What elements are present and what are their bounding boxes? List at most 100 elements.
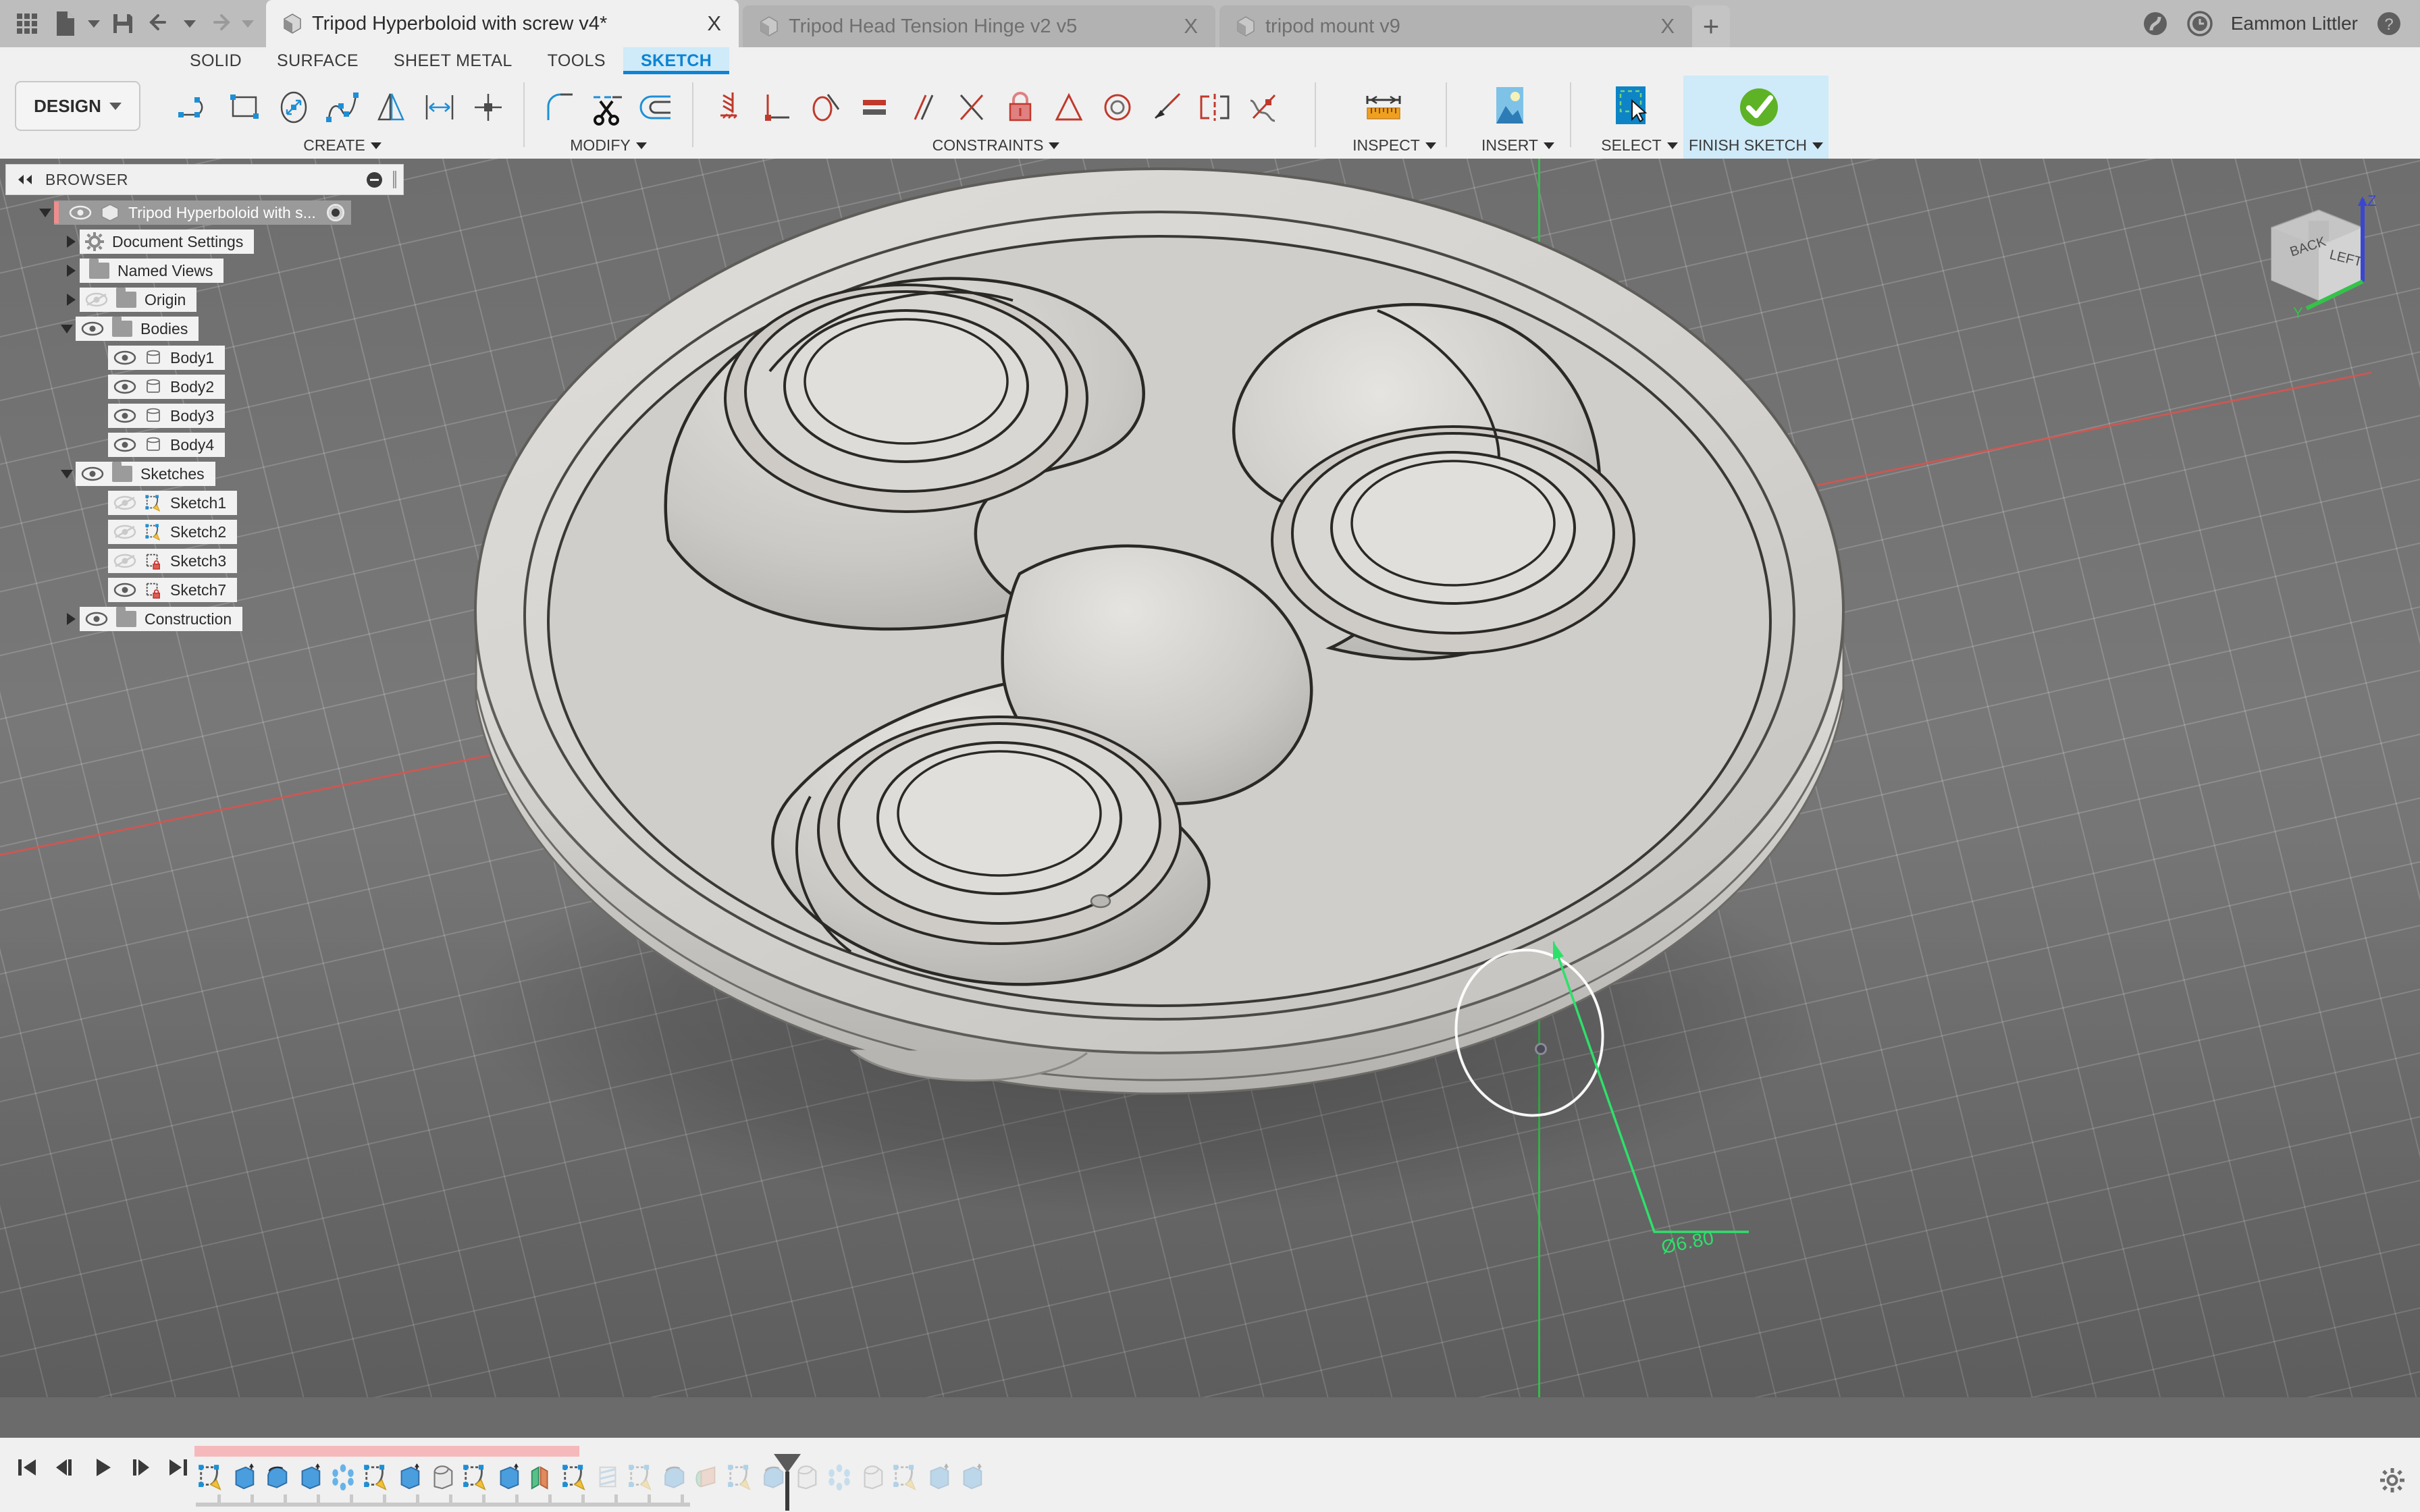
break-icon[interactable]	[633, 81, 681, 134]
close-tab-icon[interactable]: X	[1633, 14, 1675, 38]
parallel-constraint-icon[interactable]	[899, 81, 947, 134]
close-tab-icon[interactable]: X	[1157, 14, 1198, 38]
concentric-constraint-icon[interactable]	[1093, 81, 1142, 134]
timeline-item-extrude[interactable]	[955, 1459, 988, 1494]
timeline-item-shell[interactable]	[856, 1459, 889, 1494]
sketch-point-handle[interactable]	[1535, 1043, 1547, 1055]
ribbon-group-insert-label[interactable]: INSERT	[1467, 136, 1569, 155]
timeline-item-pattern[interactable]	[823, 1459, 856, 1494]
undo-dropdown-caret[interactable]	[181, 5, 199, 42]
timeline-item-split[interactable]	[525, 1459, 558, 1494]
go-to-beginning-icon[interactable]	[14, 1454, 41, 1481]
ribbon-group-constraints-label[interactable]: CONSTRAINTS	[704, 136, 1288, 155]
timeline-playhead-marker[interactable]	[772, 1453, 803, 1511]
timeline-item-extrude[interactable]	[393, 1459, 425, 1494]
tree-node-document-settings-chip[interactable]: Document Settings	[80, 230, 255, 254]
line-icon[interactable]	[172, 81, 221, 134]
ribbon-group-inspect-label[interactable]: INSPECT	[1340, 136, 1448, 155]
midpoint-constraint-icon[interactable]	[1045, 81, 1093, 134]
ribbon-group-modify-label[interactable]: MODIFY	[535, 136, 681, 155]
perpendicular-constraint-icon[interactable]	[753, 81, 801, 134]
tree-node-sketch2-chip[interactable]: Sketch2	[108, 520, 238, 544]
timeline-item-sketch[interactable]	[558, 1459, 591, 1494]
tree-node-sketch7-chip[interactable]: Sketch7	[108, 578, 238, 602]
visibility-eye-icon[interactable]	[113, 350, 136, 366]
document-tab-1[interactable]: Tripod Head Tension Hinge v2 v5 X	[743, 5, 1215, 47]
collinear-constraint-icon[interactable]	[1142, 81, 1190, 134]
expand-arrow[interactable]	[62, 228, 80, 255]
timeline-item-sketch[interactable]	[625, 1459, 657, 1494]
circle-icon[interactable]	[269, 81, 318, 134]
tree-node-sketch1-chip[interactable]: Sketch1	[108, 491, 238, 515]
ribbon-tab-sketch[interactable]: SKETCH	[623, 47, 730, 74]
tree-node-sketch3[interactable]: Sketch3	[5, 547, 411, 574]
tree-node-bodies[interactable]: Bodies	[5, 315, 411, 342]
timeline-item-extrude[interactable]	[492, 1459, 525, 1494]
measure-icon[interactable]	[1355, 81, 1412, 134]
step-forward-icon[interactable]	[127, 1454, 154, 1481]
expand-arrow[interactable]	[62, 286, 80, 313]
tree-node-body1[interactable]: Body1	[5, 344, 411, 371]
expand-arrow[interactable]	[62, 605, 80, 632]
green-check-icon[interactable]	[1731, 81, 1787, 134]
tree-node-sketch3-chip[interactable]: Sketch3	[108, 549, 238, 573]
tree-node-construction[interactable]: Construction	[5, 605, 411, 632]
activate-component-radio[interactable]	[326, 204, 344, 221]
timeline-item-fillet[interactable]	[658, 1459, 690, 1494]
redo-icon[interactable]	[201, 5, 236, 42]
timeline-item-extrude[interactable]	[228, 1459, 260, 1494]
tree-node-sketches[interactable]: Sketches	[5, 460, 411, 487]
spline-icon[interactable]	[318, 81, 367, 134]
insert-image-icon[interactable]	[1481, 81, 1537, 134]
rectangle-icon[interactable]	[221, 81, 269, 134]
save-icon[interactable]	[105, 5, 140, 42]
play-icon[interactable]	[89, 1454, 116, 1481]
tree-node-sketch2[interactable]: Sketch2	[5, 518, 411, 545]
ribbon-tab-surface[interactable]: SURFACE	[259, 47, 376, 74]
visibility-eye-icon[interactable]	[81, 321, 104, 337]
tree-node-body1-chip[interactable]: Body1	[108, 346, 226, 370]
timeline-item-extrude[interactable]	[294, 1459, 326, 1494]
add-tab-button[interactable]: +	[1692, 5, 1730, 47]
undo-icon[interactable]	[143, 5, 178, 42]
visibility-eye-icon[interactable]	[81, 466, 104, 482]
ribbon-tab-tools[interactable]: TOOLS	[530, 47, 623, 74]
document-tab-2[interactable]: tripod mount v9 X	[1219, 5, 1692, 47]
step-back-icon[interactable]	[51, 1454, 78, 1481]
ribbon-tab-solid[interactable]: SOLID	[172, 47, 259, 74]
minimize-icon[interactable]	[367, 171, 382, 188]
collapse-left-icon[interactable]	[16, 173, 34, 186]
visibility-eye-icon[interactable]	[69, 205, 92, 221]
visibility-eye-icon[interactable]	[113, 582, 136, 598]
canvas-viewport[interactable]: Ø6.80 BACK LEFT Y Z BROWSER Tripod Hyper…	[0, 159, 2420, 1397]
redo-dropdown-caret[interactable]	[239, 5, 257, 42]
fix-unfix-icon[interactable]	[996, 81, 1045, 134]
tangent-constraint-icon[interactable]	[801, 81, 850, 134]
tree-node-sketch7[interactable]: Sketch7	[5, 576, 411, 603]
tree-node-named-views-chip[interactable]: Named Views	[80, 259, 224, 283]
horizontal-vertical-constraint-icon[interactable]	[704, 81, 753, 134]
ribbon-group-finish-sketch[interactable]: FINISH SKETCH	[1683, 76, 1829, 159]
visibility-eye-icon[interactable]	[113, 408, 136, 424]
new-document-icon[interactable]	[47, 5, 82, 42]
timeline-item-sketch[interactable]	[889, 1459, 922, 1494]
tree-node-body4[interactable]: Body4	[5, 431, 411, 458]
tree-node-body4-chip[interactable]: Body4	[108, 433, 226, 457]
expand-arrow[interactable]	[58, 315, 76, 342]
job-status-icon[interactable]	[2186, 10, 2213, 37]
close-tab-icon[interactable]: X	[680, 11, 721, 36]
symmetry-constraint-icon[interactable]	[1190, 81, 1239, 134]
curvature-constraint-icon[interactable]	[1239, 81, 1288, 134]
timeline-item-extrude[interactable]	[922, 1459, 955, 1494]
tree-node-sketches-chip[interactable]: Sketches	[76, 462, 215, 486]
timeline-item-fillet[interactable]	[261, 1459, 293, 1494]
workspace-switcher-button[interactable]: DESIGN	[15, 81, 140, 131]
tree-node-construction-chip[interactable]: Construction	[80, 607, 243, 631]
tree-node-named-views[interactable]: Named Views	[5, 257, 411, 284]
mirror-icon[interactable]	[367, 81, 415, 134]
ribbon-tab-sheet-metal[interactable]: SHEET METAL	[376, 47, 530, 74]
tree-node-body3[interactable]: Body3	[5, 402, 411, 429]
dimension-leader[interactable]	[1553, 935, 1931, 1286]
rectangular-pattern-icon[interactable]	[415, 81, 464, 134]
tree-node-bodies-chip[interactable]: Bodies	[76, 317, 199, 341]
